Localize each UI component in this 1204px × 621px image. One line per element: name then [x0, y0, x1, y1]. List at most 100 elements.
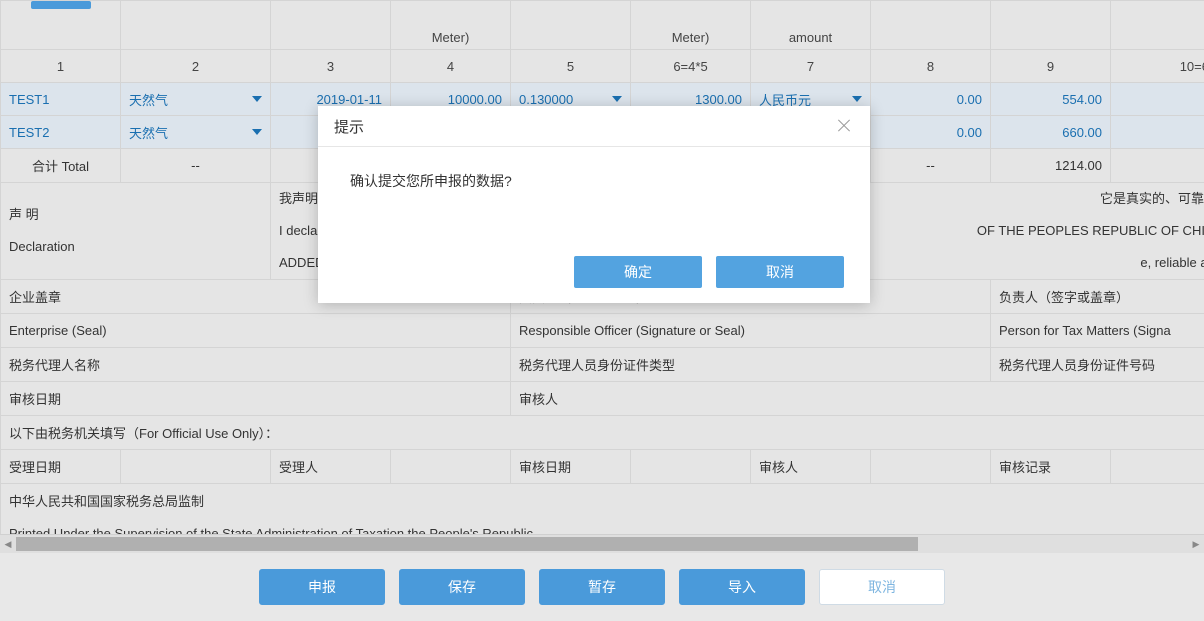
header-cell-1 [1, 1, 121, 50]
cell-col8[interactable]: 0.00 [871, 83, 991, 116]
enterprise-seal-label-en: Enterprise (Seal) [1, 314, 511, 348]
agent-name-label: 税务代理人名称 [1, 348, 511, 382]
declaration-label-en: Declaration [9, 231, 262, 263]
declare-button[interactable]: 申报 [259, 569, 385, 605]
header-cell-8 [871, 1, 991, 50]
dialog-footer: 确定 取消 [318, 241, 870, 303]
cell-col10[interactable]: 39600 [1111, 116, 1204, 149]
header-cell-5 [511, 1, 631, 50]
total-c10: 111620 [1111, 149, 1204, 183]
official-field-review-record: 审核记录 [991, 450, 1111, 484]
declaration-line1-end: 它是真实的、可靠的、完整的。 [1100, 183, 1204, 215]
review-row: 审核日期 审核人 [1, 382, 1204, 416]
cell-name[interactable]: TEST1 [1, 83, 121, 116]
official-field-acceptor-value[interactable] [391, 450, 511, 484]
tax-person-label-en: Person for Tax Matters (Signa [991, 314, 1204, 348]
seal-row-en: Enterprise (Seal) Responsible Officer (S… [1, 314, 1204, 348]
official-field-review-record-value[interactable] [1111, 450, 1204, 484]
confirm-dialog: 提示 确认提交您所申报的数据? 确定 取消 [318, 106, 870, 303]
col-num-7: 7 [751, 50, 871, 83]
col-num-10: 10=6*9 [1111, 50, 1204, 83]
header-cell-6: Meter) [631, 1, 751, 50]
add-row-button[interactable] [31, 1, 91, 9]
col-num-6: 6=4*5 [631, 50, 751, 83]
header-cell-2 [121, 1, 271, 50]
cancel-button[interactable]: 取消 [819, 569, 945, 605]
review-date-label: 审核日期 [1, 382, 511, 416]
cell-col9[interactable]: 660.00 [991, 116, 1111, 149]
dialog-cancel-button[interactable]: 取消 [716, 256, 844, 288]
col-num-5: 5 [511, 50, 631, 83]
agent-id-no-label: 税务代理人员身份证件号码 [991, 348, 1204, 382]
cell-product-value: 天然气 [129, 93, 168, 108]
agent-id-type-label: 税务代理人员身份证件类型 [511, 348, 991, 382]
header-cell-4: Meter) [391, 1, 511, 50]
cell-product-value: 天然气 [129, 126, 168, 141]
action-bar: 申报 保存 暂存 导入 取消 [0, 553, 1204, 621]
official-field-acceptor: 受理人 [271, 450, 391, 484]
table-header-partial-row: Meter) Meter) amount [1, 1, 1204, 50]
col-num-9: 9 [991, 50, 1111, 83]
official-field-accept-date: 受理日期 [1, 450, 121, 484]
declaration-line2-end: OF THE PEOPLES REPUBLIC OF CHINA ON VALU [977, 215, 1204, 247]
tax-agent-row: 税务代理人名称 税务代理人员身份证件类型 税务代理人员身份证件号码 [1, 348, 1204, 382]
official-use-fields-row: 受理日期 受理人 审核日期 审核人 审核记录 [1, 450, 1204, 484]
dialog-confirm-button[interactable]: 确定 [574, 256, 702, 288]
cell-col9[interactable]: 554.00 [991, 83, 1111, 116]
save-button[interactable]: 保存 [399, 569, 525, 605]
declaration-line1-start: 我声明 [279, 191, 318, 206]
cell-product-select[interactable]: 天然气 [121, 83, 271, 116]
close-icon[interactable] [834, 116, 854, 136]
declaration-line3-end: e, reliable and complete. [1140, 247, 1204, 279]
official-field-review-date: 审核日期 [511, 450, 631, 484]
dialog-header: 提示 [318, 106, 870, 147]
footer-line-en: Printed Under the Supervision of the Sta… [1, 517, 1204, 534]
tax-person-label-cn: 负责人（签字或盖章） [991, 280, 1204, 314]
col-num-3: 3 [271, 50, 391, 83]
scrollbar-track[interactable] [16, 537, 1188, 551]
header-cell-7: amount [751, 1, 871, 50]
chevron-down-icon[interactable] [852, 96, 862, 102]
footer-line-cn: 中华人民共和国国家税务总局监制 [1, 484, 1204, 518]
scroll-left-arrow-icon[interactable]: ◀ [0, 535, 16, 553]
official-field-accept-date-value[interactable] [121, 450, 271, 484]
chevron-down-icon[interactable] [612, 96, 622, 102]
responsible-officer-label-en: Responsible Officer (Signature or Seal) [511, 314, 991, 348]
reviewer-label: 审核人 [511, 382, 1204, 416]
import-button[interactable]: 导入 [679, 569, 805, 605]
header-cell-10 [1111, 1, 1204, 50]
scroll-right-arrow-icon[interactable]: ▶ [1188, 535, 1204, 553]
chevron-down-icon[interactable] [252, 96, 262, 102]
official-field-review-date-value[interactable] [631, 450, 751, 484]
total-c8: -- [871, 149, 991, 183]
total-c2: -- [121, 149, 271, 183]
scrollbar-thumb[interactable] [16, 537, 918, 551]
declaration-label-cn: 声 明 [9, 199, 262, 231]
horizontal-scrollbar[interactable]: ◀ ▶ [0, 534, 1204, 553]
cell-name[interactable]: TEST2 [1, 116, 121, 149]
cell-unit-price-value: 0.130000 [519, 92, 573, 107]
col-num-8: 8 [871, 50, 991, 83]
declaration-line2-start: I decla [279, 223, 317, 238]
col-num-1: 1 [1, 50, 121, 83]
official-use-banner: 以下由税务机关填写（For Official Use Only）： [1, 416, 1204, 450]
official-use-banner-row: 以下由税务机关填写（For Official Use Only）： [1, 416, 1204, 450]
col-num-2: 2 [121, 50, 271, 83]
cell-col10[interactable]: 72020 [1111, 83, 1204, 116]
footer-row-en: Printed Under the Supervision of the Sta… [1, 517, 1204, 534]
temp-save-button[interactable]: 暂存 [539, 569, 665, 605]
total-label: 合计 Total [1, 149, 121, 183]
declaration-label-cell: 声 明 Declaration [1, 183, 271, 280]
col-num-4: 4 [391, 50, 511, 83]
dialog-message: 确认提交您所申报的数据? [318, 147, 870, 241]
total-c9: 1214.00 [991, 149, 1111, 183]
table-column-number-row: 1 2 3 4 5 6=4*5 7 8 9 10=6*9 [1, 50, 1204, 83]
official-field-reviewer: 审核人 [751, 450, 871, 484]
header-cell-3 [271, 1, 391, 50]
cell-product-select[interactable]: 天然气 [121, 116, 271, 149]
official-field-reviewer-value[interactable] [871, 450, 991, 484]
chevron-down-icon[interactable] [252, 129, 262, 135]
dialog-title: 提示 [334, 116, 834, 137]
cell-col8[interactable]: 0.00 [871, 116, 991, 149]
footer-row-cn: 中华人民共和国国家税务总局监制 [1, 484, 1204, 518]
